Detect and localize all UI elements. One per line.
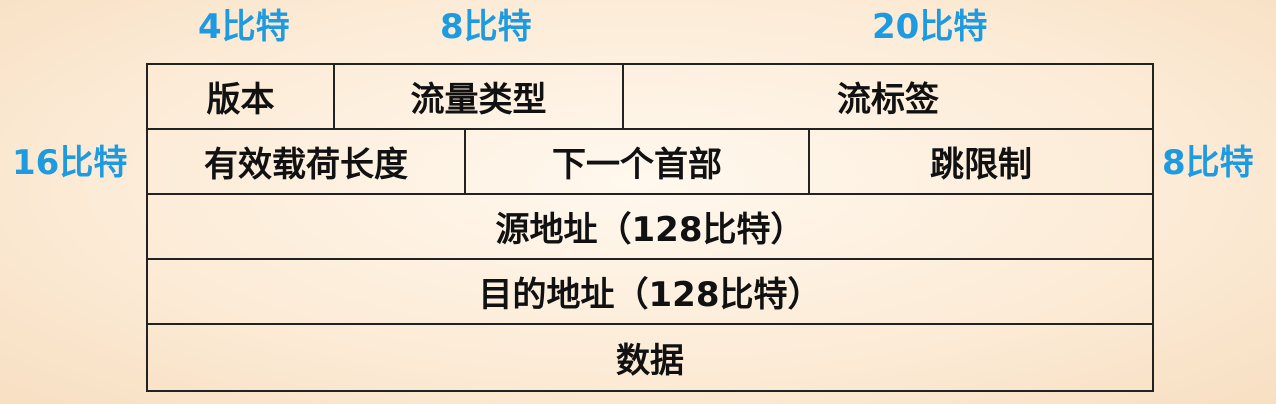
- next-header-field: 下一个首部: [466, 130, 810, 193]
- traffic-class-bits-label: 8比特: [440, 7, 532, 47]
- header-row-1: 版本 流量类型 流标签: [148, 65, 1152, 130]
- data-field: 数据: [616, 341, 684, 381]
- version-field: 版本: [148, 65, 335, 128]
- ipv6-header-diagram: 版本 流量类型 流标签 有效载荷长度 下一个首部 跳限制 源地址（128比特） …: [146, 63, 1154, 392]
- destination-address-field: 目的地址（128比特）: [478, 275, 822, 315]
- version-bits-label: 4比特: [198, 7, 290, 47]
- payload-length-bits-label: 16比特: [12, 143, 128, 183]
- flow-label-bits-label: 20比特: [872, 7, 988, 47]
- traffic-class-field: 流量类型: [335, 65, 624, 128]
- header-row-4: 目的地址（128比特）: [148, 260, 1152, 325]
- header-row-5: 数据: [148, 325, 1152, 390]
- header-row-3: 源地址（128比特）: [148, 195, 1152, 260]
- header-row-2: 有效载荷长度 下一个首部 跳限制: [148, 130, 1152, 195]
- payload-length-field: 有效载荷长度: [148, 130, 466, 193]
- hop-limit-bits-label: 8比特: [1162, 143, 1254, 183]
- flow-label-field: 流标签: [837, 80, 939, 120]
- source-address-field: 源地址（128比特）: [495, 210, 805, 250]
- hop-limit-field: 跳限制: [930, 145, 1032, 185]
